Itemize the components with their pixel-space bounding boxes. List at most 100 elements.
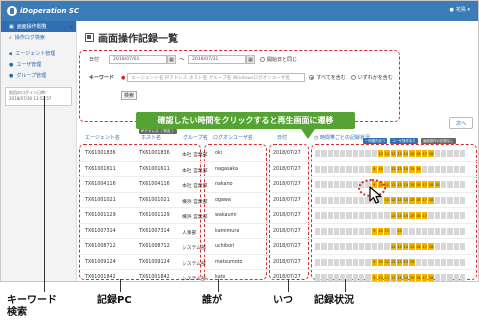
hour-cell[interactable]: 10 <box>377 258 384 266</box>
hour-cell[interactable]: 11 <box>384 227 390 235</box>
hour-cell[interactable]: 15 <box>409 181 415 188</box>
hour-cell[interactable]: 16 <box>415 212 422 219</box>
hour-cell[interactable]: 9 <box>371 165 377 173</box>
hour-cell[interactable]: 13 <box>396 181 403 188</box>
hour-cell[interactable]: 11 <box>384 258 390 266</box>
hour-cell[interactable]: 16 <box>415 243 422 250</box>
header-logon-user[interactable]: ログオンユーザ名 <box>213 134 253 141</box>
hour-cell[interactable]: 18 <box>428 150 434 157</box>
hour-cell[interactable]: 19 <box>434 181 440 188</box>
table-row[interactable]: TX61001129 TX61001129 横浜 営業部 wakaumi 2018/07… <box>79 208 477 224</box>
cell-agent[interactable]: TX61001021 <box>85 198 116 203</box>
user-menu[interactable]: ● 花鳥 ▾ <box>450 6 470 14</box>
hour-cell[interactable]: 18 <box>428 181 434 188</box>
sidebar-item-log-search[interactable]: ⌕ 操作ログ検索 <box>1 32 76 43</box>
hour-cell[interactable]: 16 <box>415 165 422 173</box>
next-page-button[interactable]: 次へ <box>449 117 473 129</box>
hour-cell[interactable]: 17 <box>422 196 428 204</box>
hour-cell[interactable]: 12 <box>390 150 396 157</box>
sidebar-item-group-management[interactable]: ● グループ管理 <box>1 70 76 81</box>
header-group[interactable]: グループ名 <box>183 134 208 141</box>
hour-cell[interactable]: 13 <box>396 150 403 157</box>
keyword-input[interactable]: エージェント名 IPアドレス ホスト名 グループ名 Windowsログオンユーザ… <box>127 73 306 82</box>
header-agent[interactable]: エージェント名 <box>85 134 120 141</box>
hour-cell[interactable]: 17 <box>422 150 428 157</box>
hour-cell[interactable]: 11 <box>384 150 390 157</box>
table-row[interactable]: TX61001842 TX61001842 システム部 kato 2018/07/27 9… <box>79 270 477 281</box>
cell-agent[interactable]: TX61004116 <box>85 182 116 187</box>
same-as-start-checkbox[interactable] <box>260 57 265 62</box>
hour-cell[interactable]: 18 <box>428 274 434 281</box>
hour-cell[interactable]: 13 <box>396 243 403 250</box>
hour-cell[interactable]: 18 <box>428 196 434 204</box>
hour-cell[interactable]: 11 <box>384 196 390 204</box>
hour-cell[interactable]: 14 <box>403 274 409 281</box>
hour-cell[interactable]: 17 <box>422 243 428 250</box>
hour-cell[interactable]: 16 <box>415 181 422 188</box>
hour-cell[interactable]: 12 <box>390 181 396 188</box>
date-from-input[interactable]: 2018/07/01 <box>109 55 167 64</box>
hour-cell[interactable]: 13 <box>396 196 403 204</box>
cell-agent[interactable]: TX61001842 <box>85 275 116 280</box>
radio-all[interactable] <box>309 75 315 80</box>
hour-cell[interactable]: 18 <box>428 243 434 250</box>
hour-cell[interactable]: 14 <box>403 196 409 204</box>
hour-cell[interactable]: 15 <box>409 274 415 281</box>
hour-cell[interactable]: 10 <box>377 274 384 281</box>
hour-cell[interactable]: 16 <box>415 150 422 157</box>
hour-cell[interactable]: 12 <box>390 165 396 173</box>
app-logo[interactable]: iDoperation SC <box>7 4 79 18</box>
table-row[interactable]: TX61004116 TX61004116 本社 営業部 nakano 2018/07/… <box>79 177 477 193</box>
radio-any[interactable] <box>350 75 356 80</box>
hour-cell[interactable]: 14 <box>403 165 409 173</box>
header-host[interactable]: ホスト名 <box>141 134 161 141</box>
table-row[interactable]: TX61001021 TX61001021 横浜 営業部 ogawa 2018/07/2… <box>79 193 477 208</box>
hour-cell[interactable]: 15 <box>409 165 415 173</box>
hour-cell[interactable]: 12 <box>390 196 396 204</box>
cell-agent[interactable]: TX61001836 <box>85 151 116 156</box>
cell-agent[interactable]: TX61008712 <box>85 244 116 249</box>
hour-cell[interactable]: 13 <box>396 227 403 235</box>
hour-cell[interactable]: 14 <box>403 212 409 219</box>
cell-agent[interactable]: TX61009124 <box>85 260 116 265</box>
hour-cell[interactable]: 9 <box>371 227 377 235</box>
hour-cell[interactable]: 10 <box>377 227 384 235</box>
cell-agent[interactable]: TX61001129 <box>85 213 116 218</box>
sidebar-item-user-management[interactable]: ● ユーザ管理 <box>1 59 76 70</box>
calendar-icon[interactable]: ▦ <box>167 55 176 64</box>
hour-cell[interactable]: 12 <box>390 212 396 219</box>
date-to-input[interactable]: 2018/07/31 <box>188 55 246 64</box>
collapse-sidebar-icon[interactable]: « <box>69 24 73 31</box>
hour-cell[interactable]: 12 <box>390 258 396 266</box>
hour-cell[interactable]: 13 <box>396 212 403 219</box>
hour-cell[interactable]: 9 <box>371 258 377 266</box>
hour-cell[interactable]: 12 <box>390 243 396 250</box>
hour-cell[interactable]: 13 <box>396 165 403 173</box>
hour-cell[interactable]: 14 <box>403 150 409 157</box>
hour-cell[interactable]: 15 <box>409 196 415 204</box>
cell-agent[interactable]: TX61001611 <box>85 167 116 172</box>
hour-cell[interactable]: 10 <box>377 150 384 157</box>
table-row[interactable]: TX61008712 TX61008712 システム部 uchibori 2018/07… <box>79 239 477 255</box>
table-row[interactable]: TX61001836 TX61001836 本社 営業部 oki 2018/07/27 1… <box>79 146 477 162</box>
hour-cell[interactable]: 13 <box>396 258 403 266</box>
hour-cell[interactable]: 15 <box>409 258 415 266</box>
table-row[interactable]: TX61007314 TX61007314 人事部 kamimura 2018/07/2… <box>79 224 477 239</box>
hour-cell[interactable]: 17 <box>422 181 428 188</box>
hour-cell[interactable]: 16 <box>415 274 422 281</box>
hour-cell[interactable]: 12 <box>390 274 396 281</box>
hour-cell[interactable]: 14 <box>403 258 409 266</box>
hour-cell[interactable]: 9 <box>371 274 377 281</box>
hour-cell[interactable]: 14 <box>403 243 409 250</box>
hour-cell[interactable]: 13 <box>396 274 403 281</box>
hour-cell[interactable]: 16 <box>415 196 422 204</box>
hour-cell[interactable]: 15 <box>409 212 415 219</box>
hour-cell[interactable]: 15 <box>409 243 415 250</box>
hour-cell[interactable]: 17 <box>422 212 428 219</box>
table-row[interactable]: TX61009124 TX61009124 システム部 matsumoto 2018/0… <box>79 255 477 270</box>
cell-agent[interactable]: TX61007314 <box>85 229 116 234</box>
sidebar-item-screen-view[interactable]: ▣ 画面操作閲覧 « <box>1 21 76 32</box>
hour-cell[interactable]: 15 <box>409 150 415 157</box>
hour-cell[interactable]: 17 <box>422 274 428 281</box>
sidebar-item-agent-management[interactable]: ▪ エージェント管理 <box>1 48 76 59</box>
